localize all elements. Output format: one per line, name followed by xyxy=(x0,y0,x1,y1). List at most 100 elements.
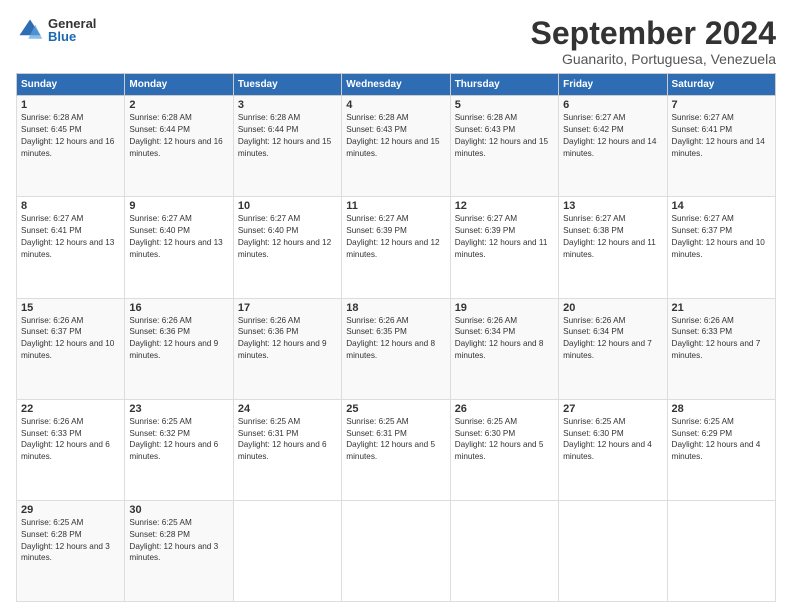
day-number: 25 xyxy=(346,403,445,415)
calendar-day-cell: 2 Sunrise: 6:28 AMSunset: 6:44 PMDayligh… xyxy=(125,96,233,197)
calendar-day-cell xyxy=(233,500,341,601)
calendar-day-cell: 11 Sunrise: 6:27 AMSunset: 6:39 PMDaylig… xyxy=(342,197,450,298)
calendar-day-cell: 19 Sunrise: 6:26 AMSunset: 6:34 PMDaylig… xyxy=(450,298,558,399)
day-info: Sunrise: 6:26 AMSunset: 6:33 PMDaylight:… xyxy=(672,316,761,361)
day-info: Sunrise: 6:27 AMSunset: 6:42 PMDaylight:… xyxy=(563,113,656,158)
calendar-day-cell: 21 Sunrise: 6:26 AMSunset: 6:33 PMDaylig… xyxy=(667,298,775,399)
calendar-day-cell: 18 Sunrise: 6:26 AMSunset: 6:35 PMDaylig… xyxy=(342,298,450,399)
day-number: 3 xyxy=(238,99,337,111)
title-block: September 2024 Guanarito, Portuguesa, Ve… xyxy=(531,16,776,67)
day-info: Sunrise: 6:25 AMSunset: 6:29 PMDaylight:… xyxy=(672,417,761,462)
calendar-day-cell: 13 Sunrise: 6:27 AMSunset: 6:38 PMDaylig… xyxy=(559,197,667,298)
day-number: 20 xyxy=(563,302,662,314)
day-number: 8 xyxy=(21,200,120,212)
calendar-week-row: 1 Sunrise: 6:28 AMSunset: 6:45 PMDayligh… xyxy=(17,96,776,197)
calendar-day-cell: 15 Sunrise: 6:26 AMSunset: 6:37 PMDaylig… xyxy=(17,298,125,399)
calendar-table: SundayMondayTuesdayWednesdayThursdayFrid… xyxy=(16,73,776,602)
day-number: 29 xyxy=(21,504,120,516)
day-info: Sunrise: 6:25 AMSunset: 6:31 PMDaylight:… xyxy=(346,417,435,462)
day-info: Sunrise: 6:26 AMSunset: 6:34 PMDaylight:… xyxy=(563,316,652,361)
calendar-day-cell: 26 Sunrise: 6:25 AMSunset: 6:30 PMDaylig… xyxy=(450,399,558,500)
weekday-header-cell: Saturday xyxy=(667,74,775,96)
logo-text: General Blue xyxy=(48,17,96,43)
calendar-day-cell: 1 Sunrise: 6:28 AMSunset: 6:45 PMDayligh… xyxy=(17,96,125,197)
weekday-header-cell: Thursday xyxy=(450,74,558,96)
calendar-day-cell: 14 Sunrise: 6:27 AMSunset: 6:37 PMDaylig… xyxy=(667,197,775,298)
day-number: 16 xyxy=(129,302,228,314)
page-header: General Blue September 2024 Guanarito, P… xyxy=(16,16,776,67)
calendar-day-cell xyxy=(450,500,558,601)
calendar-day-cell: 24 Sunrise: 6:25 AMSunset: 6:31 PMDaylig… xyxy=(233,399,341,500)
day-number: 18 xyxy=(346,302,445,314)
day-info: Sunrise: 6:27 AMSunset: 6:40 PMDaylight:… xyxy=(129,214,222,259)
day-number: 11 xyxy=(346,200,445,212)
calendar-day-cell: 27 Sunrise: 6:25 AMSunset: 6:30 PMDaylig… xyxy=(559,399,667,500)
day-number: 1 xyxy=(21,99,120,111)
day-info: Sunrise: 6:25 AMSunset: 6:28 PMDaylight:… xyxy=(21,518,110,563)
calendar-day-cell: 3 Sunrise: 6:28 AMSunset: 6:44 PMDayligh… xyxy=(233,96,341,197)
logo-icon xyxy=(16,16,44,44)
day-number: 28 xyxy=(672,403,771,415)
calendar-day-cell: 12 Sunrise: 6:27 AMSunset: 6:39 PMDaylig… xyxy=(450,197,558,298)
day-info: Sunrise: 6:28 AMSunset: 6:43 PMDaylight:… xyxy=(455,113,548,158)
day-number: 22 xyxy=(21,403,120,415)
calendar-day-cell: 20 Sunrise: 6:26 AMSunset: 6:34 PMDaylig… xyxy=(559,298,667,399)
calendar-day-cell: 22 Sunrise: 6:26 AMSunset: 6:33 PMDaylig… xyxy=(17,399,125,500)
day-info: Sunrise: 6:28 AMSunset: 6:44 PMDaylight:… xyxy=(238,113,331,158)
day-number: 19 xyxy=(455,302,554,314)
day-info: Sunrise: 6:26 AMSunset: 6:33 PMDaylight:… xyxy=(21,417,110,462)
day-number: 24 xyxy=(238,403,337,415)
day-number: 9 xyxy=(129,200,228,212)
day-number: 17 xyxy=(238,302,337,314)
calendar-day-cell: 16 Sunrise: 6:26 AMSunset: 6:36 PMDaylig… xyxy=(125,298,233,399)
day-info: Sunrise: 6:26 AMSunset: 6:34 PMDaylight:… xyxy=(455,316,544,361)
day-info: Sunrise: 6:26 AMSunset: 6:35 PMDaylight:… xyxy=(346,316,435,361)
day-info: Sunrise: 6:25 AMSunset: 6:30 PMDaylight:… xyxy=(455,417,544,462)
calendar-day-cell xyxy=(559,500,667,601)
day-info: Sunrise: 6:25 AMSunset: 6:31 PMDaylight:… xyxy=(238,417,327,462)
day-number: 6 xyxy=(563,99,662,111)
calendar-day-cell xyxy=(667,500,775,601)
day-number: 14 xyxy=(672,200,771,212)
day-info: Sunrise: 6:28 AMSunset: 6:45 PMDaylight:… xyxy=(21,113,114,158)
weekday-header-cell: Wednesday xyxy=(342,74,450,96)
calendar-day-cell: 25 Sunrise: 6:25 AMSunset: 6:31 PMDaylig… xyxy=(342,399,450,500)
calendar-week-row: 15 Sunrise: 6:26 AMSunset: 6:37 PMDaylig… xyxy=(17,298,776,399)
weekday-header-row: SundayMondayTuesdayWednesdayThursdayFrid… xyxy=(17,74,776,96)
day-info: Sunrise: 6:28 AMSunset: 6:44 PMDaylight:… xyxy=(129,113,222,158)
calendar-day-cell: 8 Sunrise: 6:27 AMSunset: 6:41 PMDayligh… xyxy=(17,197,125,298)
day-number: 23 xyxy=(129,403,228,415)
calendar-week-row: 8 Sunrise: 6:27 AMSunset: 6:41 PMDayligh… xyxy=(17,197,776,298)
weekday-header-cell: Sunday xyxy=(17,74,125,96)
calendar-day-cell: 5 Sunrise: 6:28 AMSunset: 6:43 PMDayligh… xyxy=(450,96,558,197)
calendar-day-cell: 6 Sunrise: 6:27 AMSunset: 6:42 PMDayligh… xyxy=(559,96,667,197)
calendar-day-cell: 29 Sunrise: 6:25 AMSunset: 6:28 PMDaylig… xyxy=(17,500,125,601)
day-number: 26 xyxy=(455,403,554,415)
calendar-day-cell: 30 Sunrise: 6:25 AMSunset: 6:28 PMDaylig… xyxy=(125,500,233,601)
month-title: September 2024 xyxy=(531,16,776,51)
weekday-header-cell: Tuesday xyxy=(233,74,341,96)
day-number: 12 xyxy=(455,200,554,212)
weekday-header-cell: Monday xyxy=(125,74,233,96)
day-number: 13 xyxy=(563,200,662,212)
day-number: 2 xyxy=(129,99,228,111)
day-info: Sunrise: 6:27 AMSunset: 6:41 PMDaylight:… xyxy=(672,113,765,158)
day-info: Sunrise: 6:27 AMSunset: 6:37 PMDaylight:… xyxy=(672,214,765,259)
calendar-day-cell: 9 Sunrise: 6:27 AMSunset: 6:40 PMDayligh… xyxy=(125,197,233,298)
day-number: 10 xyxy=(238,200,337,212)
calendar-day-cell: 10 Sunrise: 6:27 AMSunset: 6:40 PMDaylig… xyxy=(233,197,341,298)
weekday-header-cell: Friday xyxy=(559,74,667,96)
day-info: Sunrise: 6:28 AMSunset: 6:43 PMDaylight:… xyxy=(346,113,439,158)
calendar-day-cell: 23 Sunrise: 6:25 AMSunset: 6:32 PMDaylig… xyxy=(125,399,233,500)
location: Guanarito, Portuguesa, Venezuela xyxy=(531,51,776,67)
calendar-day-cell: 28 Sunrise: 6:25 AMSunset: 6:29 PMDaylig… xyxy=(667,399,775,500)
day-info: Sunrise: 6:27 AMSunset: 6:38 PMDaylight:… xyxy=(563,214,656,259)
day-info: Sunrise: 6:27 AMSunset: 6:39 PMDaylight:… xyxy=(455,214,548,259)
day-info: Sunrise: 6:26 AMSunset: 6:37 PMDaylight:… xyxy=(21,316,114,361)
day-number: 30 xyxy=(129,504,228,516)
day-number: 4 xyxy=(346,99,445,111)
day-info: Sunrise: 6:25 AMSunset: 6:28 PMDaylight:… xyxy=(129,518,218,563)
day-info: Sunrise: 6:27 AMSunset: 6:40 PMDaylight:… xyxy=(238,214,331,259)
day-info: Sunrise: 6:26 AMSunset: 6:36 PMDaylight:… xyxy=(129,316,218,361)
day-info: Sunrise: 6:25 AMSunset: 6:32 PMDaylight:… xyxy=(129,417,218,462)
